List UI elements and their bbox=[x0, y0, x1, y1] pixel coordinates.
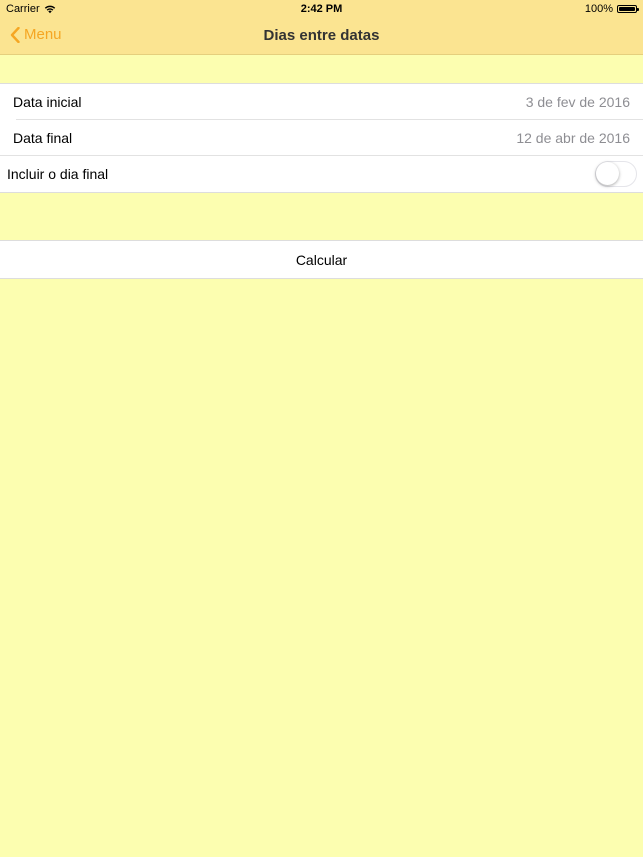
navigation-bar: Menu Dias entre datas bbox=[0, 18, 643, 54]
toggle-knob bbox=[596, 162, 619, 185]
start-date-row[interactable]: Data inicial 3 de fev de 2016 bbox=[0, 84, 643, 120]
calculate-button[interactable]: Calcular bbox=[0, 240, 643, 279]
end-date-row[interactable]: Data final 12 de abr de 2016 bbox=[0, 120, 643, 156]
battery-percent: 100% bbox=[584, 3, 613, 15]
start-date-label: Data inicial bbox=[13, 94, 82, 110]
status-time: 2:42 PM bbox=[300, 3, 343, 15]
end-date-label: Data final bbox=[13, 130, 73, 146]
page-title: Dias entre datas bbox=[263, 27, 380, 44]
include-last-day-toggle[interactable] bbox=[595, 161, 637, 187]
status-bar: Carrier 2:42 PM 100% bbox=[0, 0, 643, 18]
battery-icon bbox=[617, 5, 639, 13]
battery-info: 100% bbox=[584, 3, 639, 15]
include-last-day-label: Incluir o dia final bbox=[7, 166, 109, 182]
include-last-day-row: Incluir o dia final bbox=[0, 156, 643, 192]
end-date-value[interactable]: 12 de abr de 2016 bbox=[516, 130, 630, 146]
header: Carrier 2:42 PM 100% Menu Dias entre dat… bbox=[0, 0, 643, 55]
start-date-value[interactable]: 3 de fev de 2016 bbox=[526, 94, 630, 110]
date-form: Data inicial 3 de fev de 2016 Data final… bbox=[0, 83, 643, 193]
calculate-button-label: Calcular bbox=[295, 251, 348, 268]
